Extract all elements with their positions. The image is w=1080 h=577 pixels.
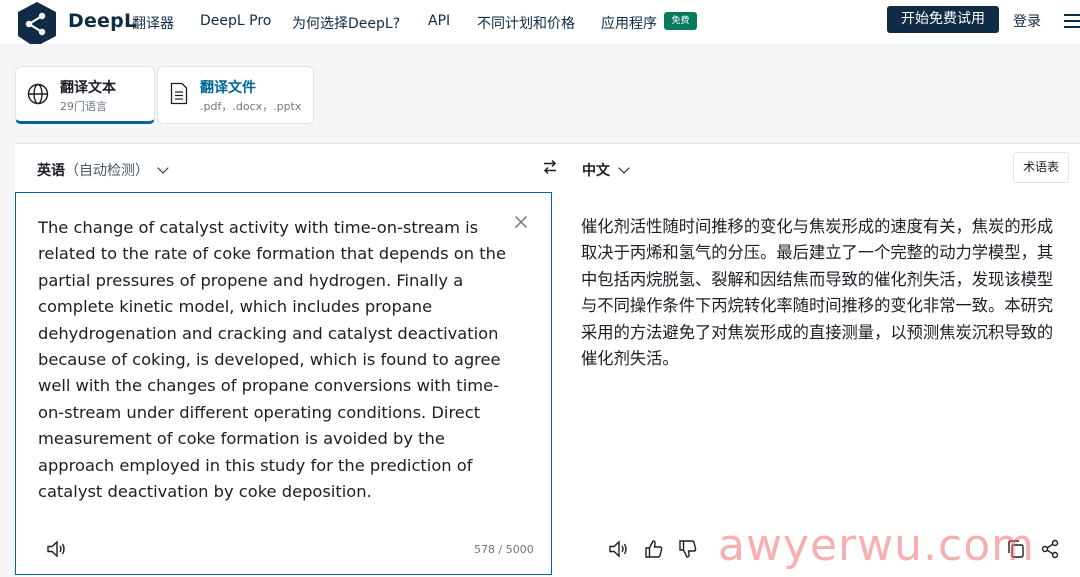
- tab-translate-text-title: 翻译文本: [60, 80, 116, 96]
- target-language-select[interactable]: 中文: [582, 160, 630, 180]
- thumbs-up-icon[interactable]: [644, 539, 664, 559]
- deepl-logo-icon[interactable]: [14, 0, 60, 50]
- hamburger-menu-icon[interactable]: [1064, 14, 1080, 28]
- watermark-text: awyerwu.com: [718, 520, 1035, 571]
- source-language-label: 英语: [37, 163, 65, 179]
- source-language-select[interactable]: 英语（自动检测）: [37, 160, 169, 180]
- character-count: 578 / 5000: [474, 543, 534, 556]
- speaker-icon[interactable]: [46, 540, 66, 558]
- brand-name[interactable]: DeepL: [68, 10, 136, 32]
- globe-icon: [27, 83, 49, 105]
- nav-apps[interactable]: 应用程序: [601, 13, 657, 33]
- tab-translate-files-sub: .pdf，.docx，.pptx: [200, 100, 302, 113]
- chevron-down-icon: [618, 162, 630, 174]
- target-language-bar: 中文: [552, 143, 1080, 192]
- tab-translate-files-title: 翻译文件: [200, 80, 256, 96]
- thumbs-down-icon[interactable]: [678, 539, 698, 559]
- tab-translate-text-sub: 29门语言: [60, 100, 107, 113]
- tab-translate-files[interactable]: 翻译文件 .pdf，.docx，.pptx: [157, 66, 314, 124]
- source-text[interactable]: The change of catalyst activity with tim…: [38, 215, 508, 505]
- auto-detect-label: （自动检测）: [65, 163, 149, 179]
- login-link[interactable]: 登录: [1013, 11, 1041, 31]
- nav-pricing[interactable]: 不同计划和价格: [477, 13, 575, 33]
- nav-api[interactable]: API: [428, 13, 450, 29]
- nav-why-deepl[interactable]: 为何选择DeepL?: [292, 13, 400, 33]
- share-icon[interactable]: [1040, 539, 1060, 559]
- document-icon: [170, 82, 188, 105]
- start-free-trial-button[interactable]: 开始免费试用: [887, 6, 999, 33]
- nav-deepl-pro[interactable]: DeepL Pro: [200, 13, 271, 29]
- source-language-bar: 英语（自动检测）: [15, 143, 552, 192]
- brand-subtitle[interactable]: 翻译器: [132, 13, 174, 33]
- source-text-area[interactable]: The change of catalyst activity with tim…: [15, 192, 552, 575]
- speaker-icon[interactable]: [608, 539, 628, 559]
- chevron-down-icon: [157, 162, 169, 174]
- free-badge: 免费: [664, 12, 697, 30]
- close-icon[interactable]: [514, 215, 528, 229]
- target-language-label: 中文: [582, 163, 610, 179]
- glossary-button[interactable]: 术语表: [1013, 152, 1069, 183]
- translated-text[interactable]: 催化剂活性随时间推移的变化与焦炭形成的速度有关，焦炭的形成取决于丙烯和氢气的分压…: [581, 214, 1059, 372]
- top-nav: DeepL 翻译器 DeepL Pro 为何选择DeepL? API 不同计划和…: [0, 0, 1080, 49]
- tab-translate-text[interactable]: 翻译文本 29门语言: [15, 66, 155, 124]
